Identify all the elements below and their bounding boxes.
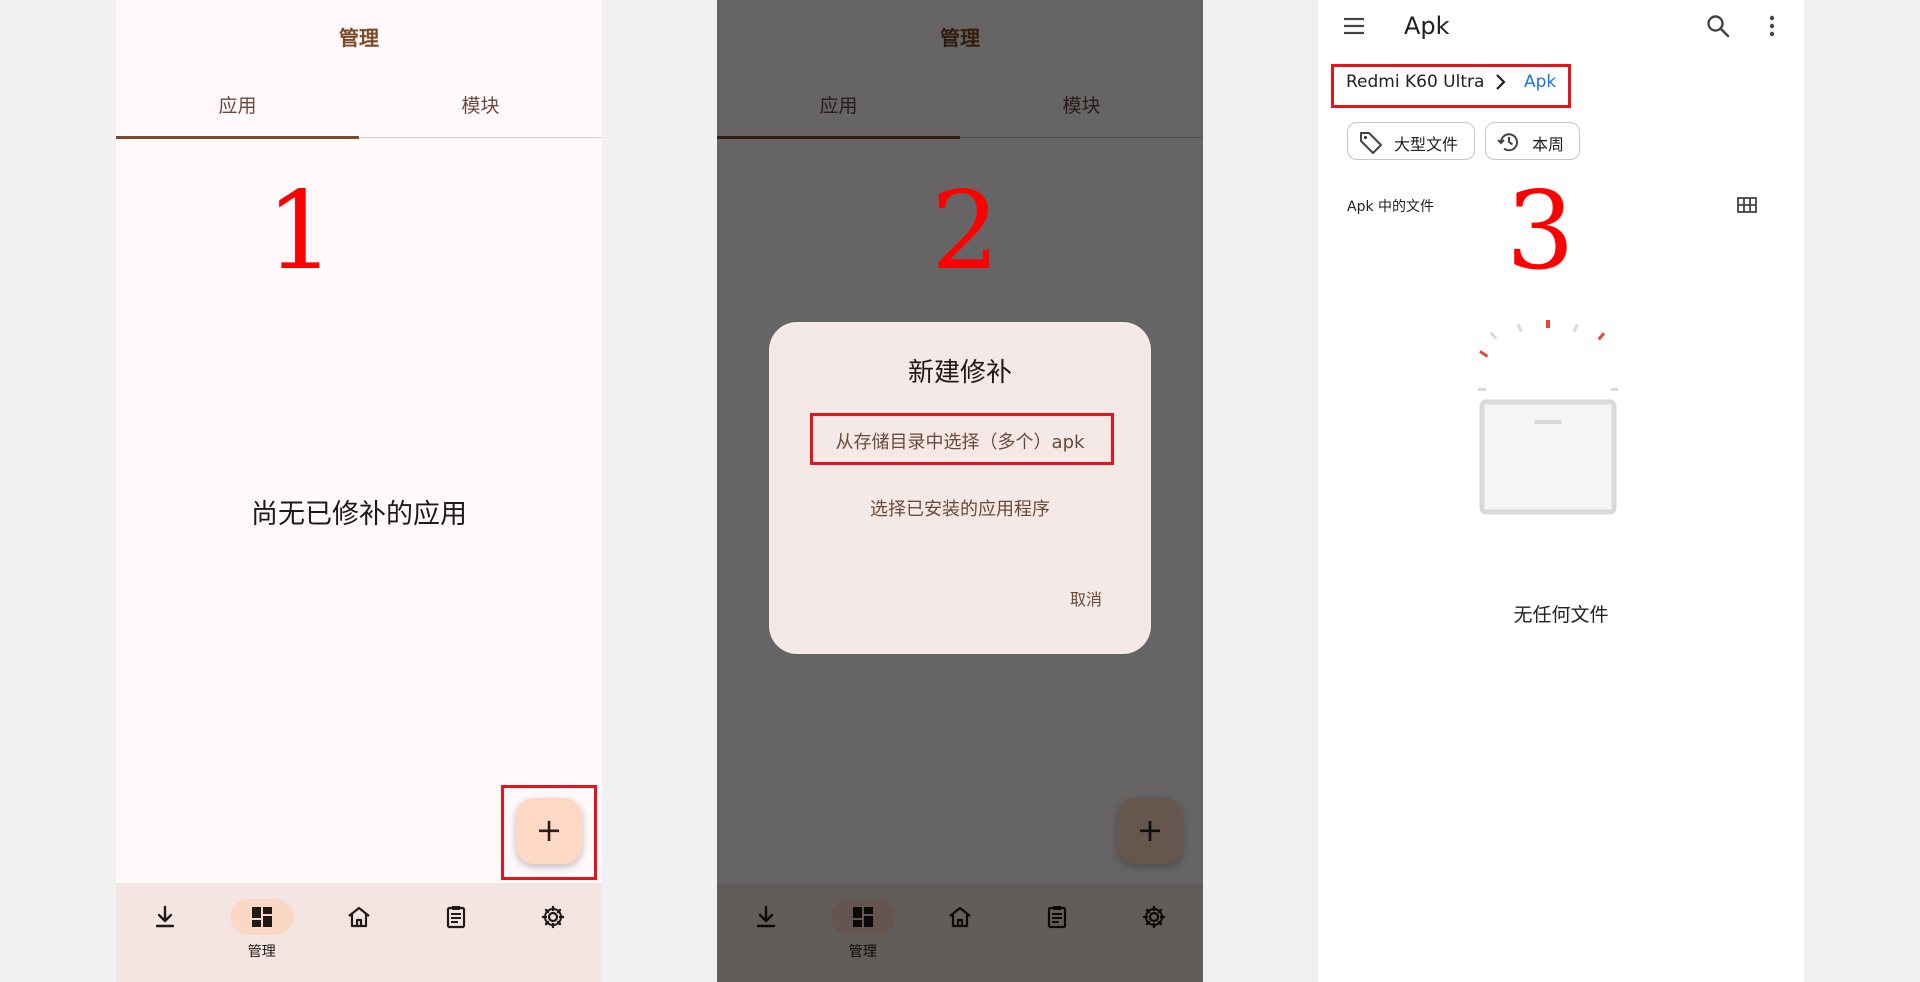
nav-item-download[interactable] xyxy=(116,883,213,982)
empty-state-text: 无任何文件 xyxy=(1513,604,1609,626)
empty-folder-illustration xyxy=(1478,320,1619,520)
step-number: 2 xyxy=(931,169,1000,294)
more-vert-icon[interactable] xyxy=(1758,12,1786,40)
chip-label: 本周 xyxy=(1532,135,1565,154)
dashboard-icon xyxy=(244,899,280,935)
download-icon xyxy=(147,899,183,935)
chip-label: 大型文件 xyxy=(1394,135,1459,154)
chevron-right-icon xyxy=(1491,70,1511,99)
clipboard-icon xyxy=(438,899,474,935)
app-bar: Apk xyxy=(1318,0,1804,56)
search-icon[interactable] xyxy=(1704,12,1732,40)
dialog-title: 新建修补 xyxy=(907,358,1012,388)
chip-large-files[interactable]: 大型文件 xyxy=(1347,122,1475,160)
highlight-box xyxy=(501,785,597,880)
bottom-nav: 管理 xyxy=(116,883,602,982)
phone-screen-file-picker: Apk Redmi K60 Ultra Apk 大型文件 本周 Apk 中的文件… xyxy=(1318,0,1804,982)
empty-state-text: 尚无已修补的应用 xyxy=(251,499,467,530)
tab-bar: 应用 模块 xyxy=(116,80,602,139)
phone-screen-manager: 管理 应用 模块 1 尚无已修补的应用 + 管理 xyxy=(116,0,602,982)
tab-modules[interactable]: 模块 xyxy=(359,80,602,138)
tab-apps[interactable]: 应用 xyxy=(116,80,359,138)
section-title: Apk 中的文件 xyxy=(1347,199,1435,215)
chip-this-week[interactable]: 本周 xyxy=(1485,122,1580,160)
tag-icon xyxy=(1358,129,1384,155)
cancel-button[interactable]: 取消 xyxy=(1070,586,1102,610)
settings-icon xyxy=(535,899,571,935)
breadcrumb-folder[interactable]: Apk xyxy=(1524,72,1556,92)
step-number: 3 xyxy=(1506,169,1575,294)
nav-label: 管理 xyxy=(247,944,276,960)
highlight-box xyxy=(810,413,1114,465)
nav-item-manage[interactable]: 管理 xyxy=(213,883,310,982)
tab-indicator xyxy=(116,136,359,139)
nav-item-logs[interactable] xyxy=(408,883,505,982)
home-icon xyxy=(341,899,377,935)
select-installed-app-option[interactable]: 选择已安装的应用程序 xyxy=(717,495,1203,521)
grid-view-icon[interactable] xyxy=(1736,194,1758,216)
page-title: 管理 xyxy=(339,26,379,50)
history-icon xyxy=(1496,129,1522,155)
phone-screen-new-patch-dialog: 管理 应用 模块 + 管理 xyxy=(717,0,1203,982)
nav-item-home[interactable] xyxy=(310,883,407,982)
step-number: 1 xyxy=(266,169,335,294)
menu-icon[interactable] xyxy=(1340,12,1368,40)
nav-item-settings[interactable] xyxy=(505,883,602,982)
breadcrumb-device[interactable]: Redmi K60 Ultra xyxy=(1346,72,1484,92)
page-title: Apk xyxy=(1404,12,1450,40)
